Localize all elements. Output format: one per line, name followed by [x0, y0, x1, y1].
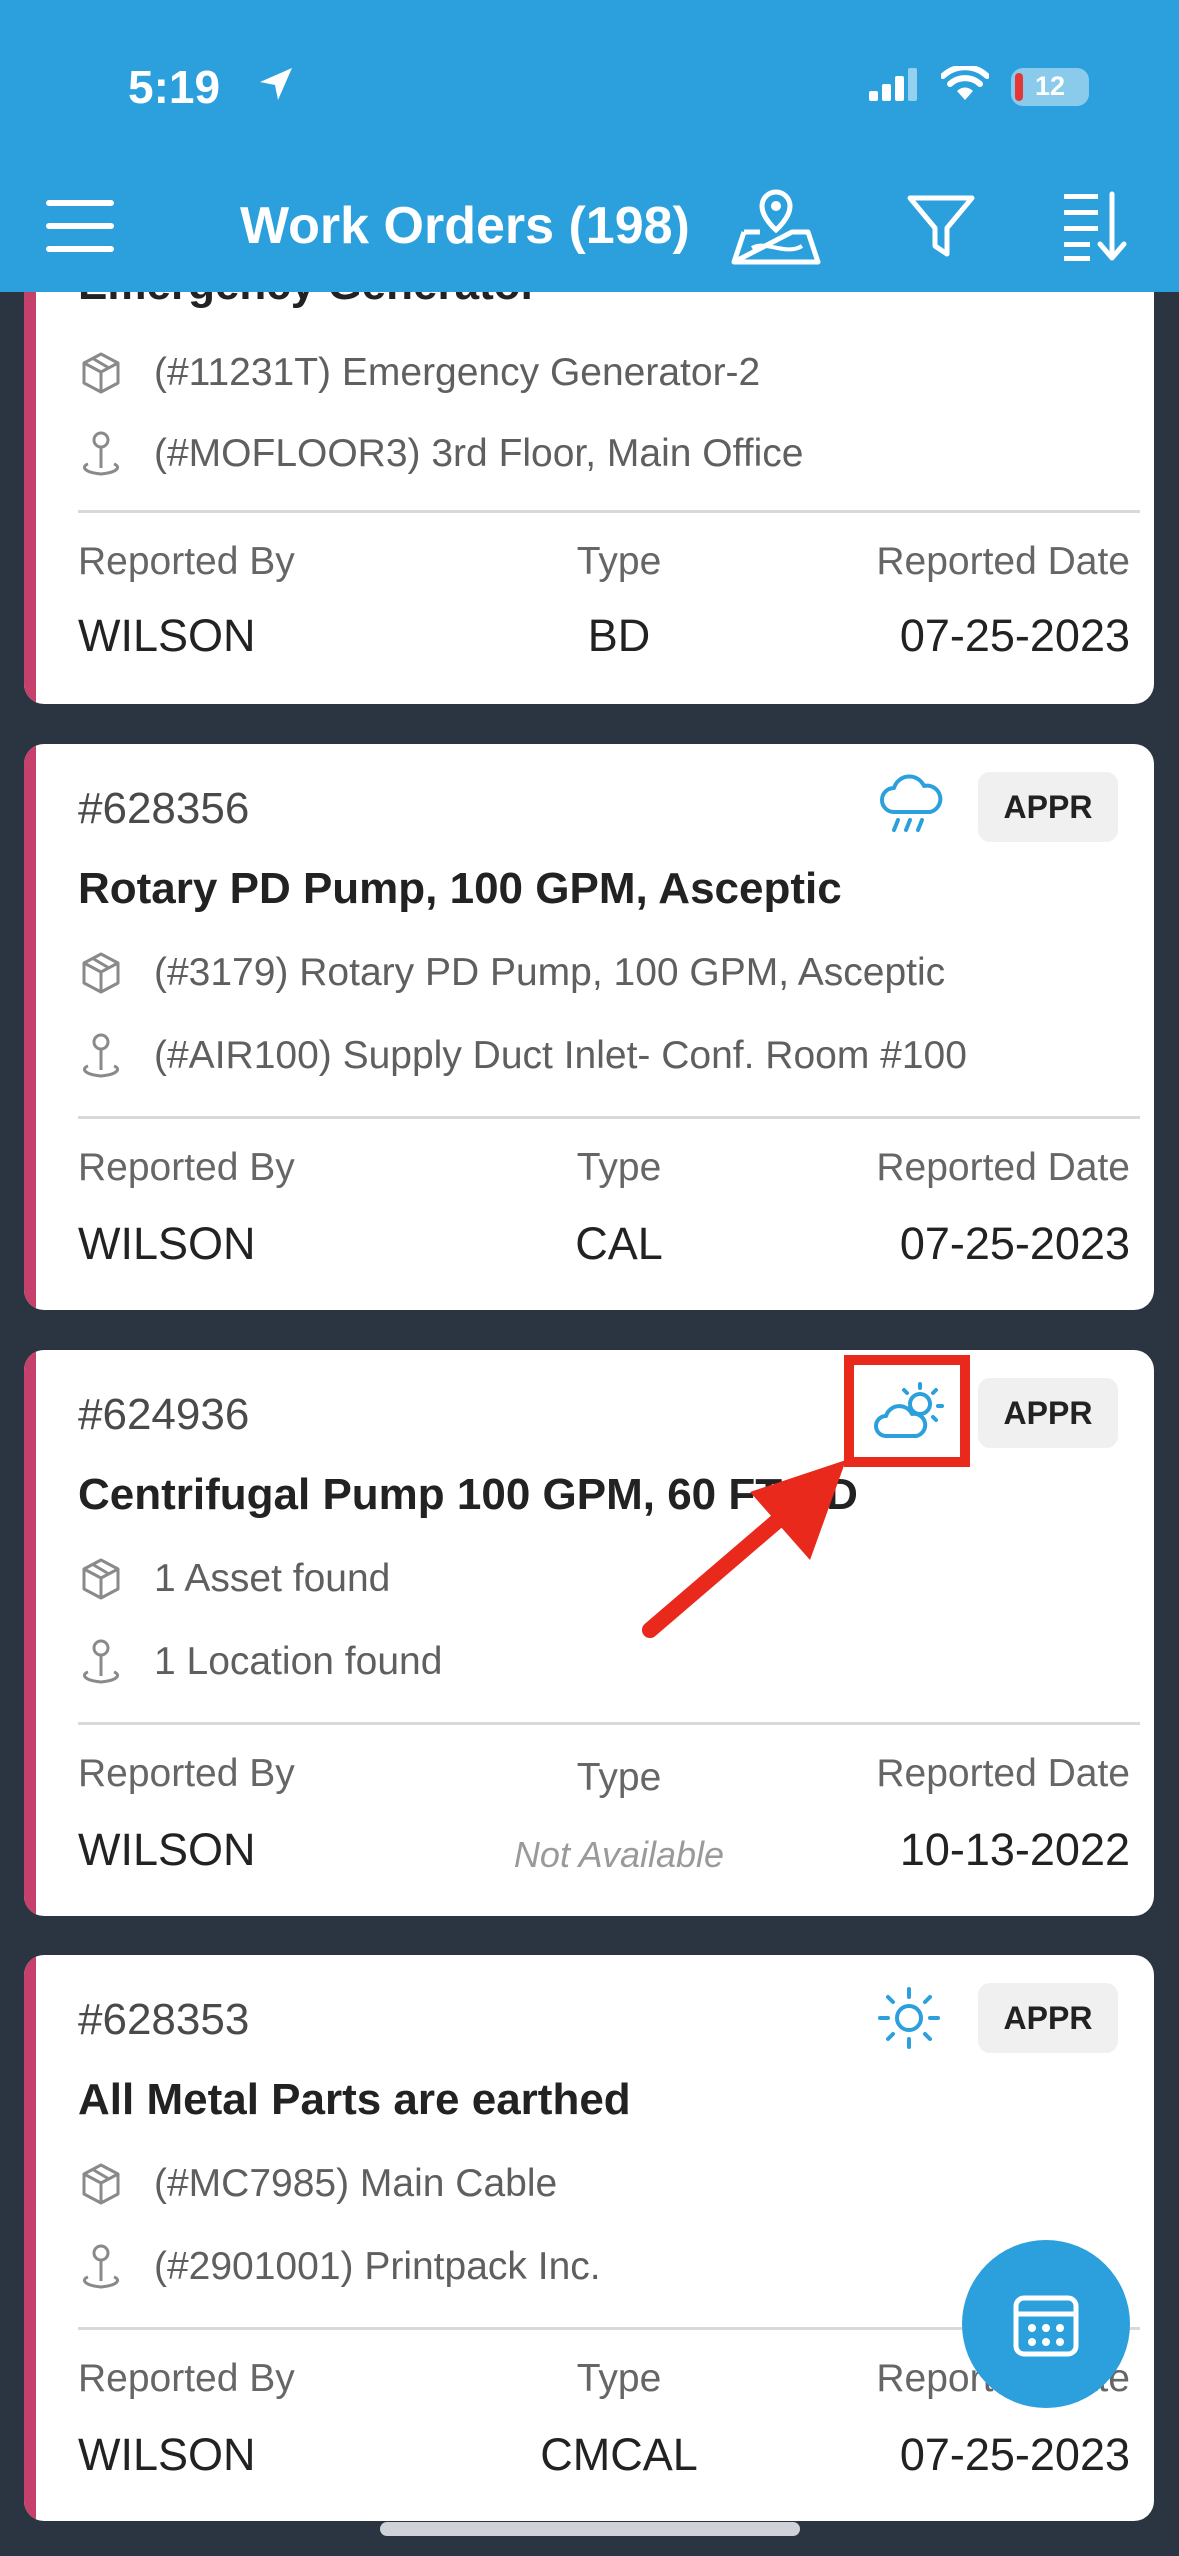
reported-by-value: WILSON	[78, 1218, 256, 1269]
reported-date-value: 07-25-2023	[899, 610, 1130, 661]
sort-icon[interactable]	[1060, 190, 1130, 269]
asset-row: (#MC7985) Main Cable	[78, 2161, 557, 2207]
asset-text: 1 Asset found	[154, 1557, 391, 1600]
location-row: (#MOFLOOR3) 3rd Floor, Main Office	[78, 430, 803, 478]
reported-by-label: Reported By	[78, 540, 295, 583]
box-icon	[82, 1558, 120, 1600]
type-value: BD	[587, 610, 651, 661]
work-order-title: Rotary PD Pump, 100 GPM, Asceptic	[78, 864, 842, 913]
status-badge: APPR	[978, 1378, 1118, 1448]
location-row: (#2901001) Printpack Inc.	[78, 2243, 601, 2291]
location-text: 1 Location found	[154, 1640, 443, 1683]
reported-by-value: WILSON	[78, 2429, 256, 2480]
asset-row: (#11231T) Emergency Generator-2	[78, 350, 760, 396]
filter-icon[interactable]	[906, 194, 976, 265]
location-pin-icon	[82, 1639, 120, 1684]
reported-date-value: 10-13-2022	[899, 1824, 1130, 1875]
type-label: Type	[576, 1146, 662, 1189]
asset-text: (#11231T) Emergency Generator-2	[154, 351, 761, 394]
reported-by-label: Reported By	[78, 2357, 295, 2400]
type-value: CMCAL	[540, 2429, 698, 2480]
sun-icon[interactable]	[874, 1983, 944, 2058]
reported-by-label: Reported By	[78, 1752, 295, 1795]
reported-by-value: WILSON	[78, 610, 256, 661]
home-indicator	[380, 2522, 800, 2536]
work-order-card[interactable]: #628356 APPR Rotary PD Pump, 100 GPM, As…	[24, 744, 1154, 1310]
wifi-icon	[940, 64, 990, 107]
rain-cloud-icon[interactable]	[876, 772, 946, 847]
reported-date-label: Reported Date	[876, 1146, 1130, 1189]
divider	[78, 510, 1140, 513]
location-text: (#2901001) Printpack Inc.	[154, 2245, 601, 2288]
divider	[78, 1722, 1140, 1725]
location-row: 1 Location found	[78, 1638, 442, 1686]
work-order-card[interactable]: Emergency Generator (#11231T) Emergency …	[24, 230, 1154, 704]
annotation-arrow-icon	[642, 1460, 846, 1638]
location-row: (#AIR100) Supply Duct Inlet- Conf. Room …	[78, 1032, 967, 1080]
reported-date-label: Reported Date	[876, 540, 1130, 583]
map-pin-icon[interactable]	[730, 188, 822, 271]
status-time: 5:19	[128, 61, 221, 113]
battery-level: 12	[1034, 71, 1066, 101]
location-pin-icon	[82, 1033, 120, 1078]
signal-icon	[869, 67, 919, 106]
type-value: Not Available	[513, 1834, 725, 1875]
status-badge: APPR	[978, 1983, 1118, 2053]
reported-date-value: 07-25-2023	[899, 2429, 1130, 2480]
menu-icon[interactable]	[46, 200, 114, 257]
type-value: CAL	[575, 1218, 663, 1269]
top-bar: 5:19 12 Work Orders (198)	[0, 0, 1179, 292]
header-row: Work Orders (198)	[0, 180, 1179, 270]
type-label: Type	[576, 540, 662, 583]
box-icon	[82, 2163, 120, 2205]
asset-text: (#3179) Rotary PD Pump, 100 GPM, Ascepti…	[154, 951, 946, 994]
location-arrow-icon	[256, 64, 296, 109]
asset-row: (#3179) Rotary PD Pump, 100 GPM, Ascepti…	[78, 950, 945, 996]
reported-date-label: Reported Date	[876, 1752, 1130, 1795]
work-order-number: #628353	[78, 1995, 250, 2044]
work-order-card[interactable]: #624936 APPR Centrifugal Pump 100 GPM, 6…	[24, 1350, 1154, 1916]
reported-date-value: 07-25-2023	[899, 1218, 1130, 1269]
calendar-icon	[1013, 2295, 1079, 2357]
type-label: Type	[576, 1756, 662, 1799]
location-pin-icon	[82, 431, 120, 476]
location-text: (#AIR100) Supply Duct Inlet- Conf. Room …	[154, 1034, 967, 1077]
calendar-fab-button[interactable]	[962, 2240, 1130, 2408]
asset-text: (#MC7985) Main Cable	[154, 2162, 558, 2205]
location-pin-icon	[82, 2244, 120, 2289]
status-badge: APPR	[978, 772, 1118, 842]
work-order-number: #628356	[78, 784, 250, 833]
work-order-title: All Metal Parts are earthed	[78, 2075, 631, 2124]
type-label: Type	[576, 2357, 662, 2400]
asset-row: 1 Asset found	[78, 1556, 390, 1602]
page-title: Work Orders (198)	[240, 197, 690, 255]
battery-icon: 12	[1011, 67, 1089, 106]
work-order-card[interactable]: #628353 APPR All Metal Parts are earthed…	[24, 1955, 1154, 2521]
box-icon	[82, 952, 120, 994]
reported-by-label: Reported By	[78, 1146, 295, 1189]
status-indicators: 12	[869, 64, 1089, 107]
reported-by-value: WILSON	[78, 1824, 256, 1875]
work-order-number: #624936	[78, 1390, 250, 1439]
location-text: (#MOFLOOR3) 3rd Floor, Main Office	[154, 432, 804, 475]
divider	[78, 1116, 1140, 1119]
box-icon	[82, 352, 120, 394]
